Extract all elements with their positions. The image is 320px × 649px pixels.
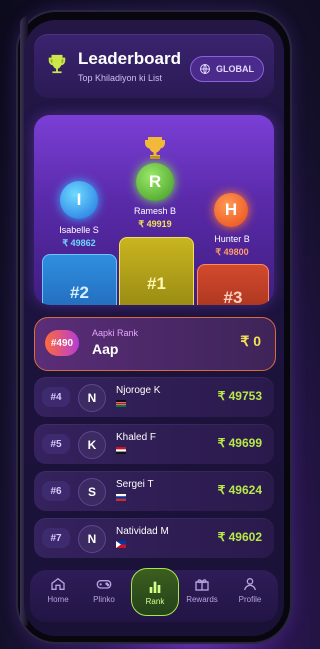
avatar: K xyxy=(78,431,106,459)
nav-rank-label: Rank xyxy=(145,596,165,606)
home-icon xyxy=(51,577,65,590)
leaderboard-row[interactable]: #4 N Njoroge K ₹ 49753 xyxy=(34,377,274,417)
player-name: Natividad M xyxy=(116,526,169,537)
podium-third-block: #3 xyxy=(197,264,269,305)
rank-badge: #7 xyxy=(42,528,70,548)
podium-second-avatar[interactable]: I xyxy=(60,181,98,219)
rank-badge: #6 xyxy=(42,481,70,501)
app-screen: Leaderboard Top Khiladiyon ki List GLOBA… xyxy=(24,20,284,636)
nav-rewards[interactable]: Rewards xyxy=(180,576,224,616)
player-name: Njoroge K xyxy=(116,385,161,396)
gamepad-icon xyxy=(96,580,112,589)
kenya-flag-icon xyxy=(116,400,126,407)
page-subtitle: Top Khiladiyon ki List xyxy=(78,73,163,83)
podium-first-amount: ₹ 49919 xyxy=(138,219,172,229)
trophy-icon xyxy=(48,54,66,74)
player-name: Khaled F xyxy=(116,432,157,443)
podium-second-block: #2 xyxy=(42,254,117,305)
nav-profile[interactable]: Profile xyxy=(228,576,272,616)
player-amount: ₹ 49699 xyxy=(217,436,262,450)
nav-plinko-label: Plinko xyxy=(93,595,115,604)
gift-icon xyxy=(195,579,209,591)
player-amount: ₹ 49624 xyxy=(217,483,262,497)
header: Leaderboard Top Khiladiyon ki List GLOBA… xyxy=(34,34,274,98)
nav-rank[interactable]: Rank xyxy=(131,568,179,616)
podium-second-name: Isabelle S xyxy=(59,225,99,235)
podium-third-amount: ₹ 49800 xyxy=(215,247,249,257)
player-amount: ₹ 49602 xyxy=(217,530,262,544)
podium-third-name: Hunter B xyxy=(214,234,250,244)
podium-second-amount: ₹ 49862 xyxy=(62,238,96,248)
bar-chart-icon xyxy=(149,581,161,593)
podium-first-block: #1 xyxy=(119,237,194,305)
my-rank-label: Aapki Rank xyxy=(92,328,139,338)
leaderboard-row[interactable]: #7 N Natividad M ₹ 49602 xyxy=(34,518,274,558)
rank-badge: #5 xyxy=(42,434,70,454)
philippines-flag-icon xyxy=(116,541,126,548)
avatar: N xyxy=(78,525,106,553)
rank-badge: #4 xyxy=(42,387,70,407)
leaderboard-row[interactable]: #5 K Khaled F ₹ 49699 xyxy=(34,424,274,464)
nav-profile-label: Profile xyxy=(238,595,262,604)
user-icon xyxy=(244,578,256,591)
nav-rewards-label: Rewards xyxy=(186,595,218,604)
my-rank-amount: ₹ 0 xyxy=(240,333,261,349)
my-rank-badge: #490 xyxy=(45,330,79,356)
podium-third-avatar[interactable]: H xyxy=(214,193,248,227)
nav-home-label: Home xyxy=(47,595,69,604)
bottom-nav: Home Plinko Rank Rewards Profile xyxy=(30,568,278,622)
nav-plinko[interactable]: Plinko xyxy=(82,576,126,616)
trophy-icon xyxy=(145,137,165,159)
avatar: S xyxy=(78,478,106,506)
nav-home[interactable]: Home xyxy=(36,576,80,616)
podium-card: R Ramesh B ₹ 49919 I Isabelle S ₹ 49862 … xyxy=(34,115,274,305)
globe-icon xyxy=(200,64,210,74)
player-amount: ₹ 49753 xyxy=(217,389,262,403)
russia-flag-icon xyxy=(116,494,126,501)
global-filter-label: GLOBAL xyxy=(216,64,254,74)
leaderboard-row[interactable]: #6 S Sergei T ₹ 49624 xyxy=(34,471,274,511)
my-rank-card[interactable]: #490 Aapki Rank Aap ₹ 0 xyxy=(34,317,276,371)
avatar: N xyxy=(78,384,106,412)
podium-first-name: Ramesh B xyxy=(133,206,177,216)
egypt-flag-icon xyxy=(116,447,126,454)
my-rank-name: Aap xyxy=(92,341,119,357)
player-name: Sergei T xyxy=(116,479,154,490)
podium-first-avatar[interactable]: R xyxy=(136,163,174,201)
global-filter-button[interactable]: GLOBAL xyxy=(190,56,264,82)
page-title: Leaderboard xyxy=(78,49,181,68)
